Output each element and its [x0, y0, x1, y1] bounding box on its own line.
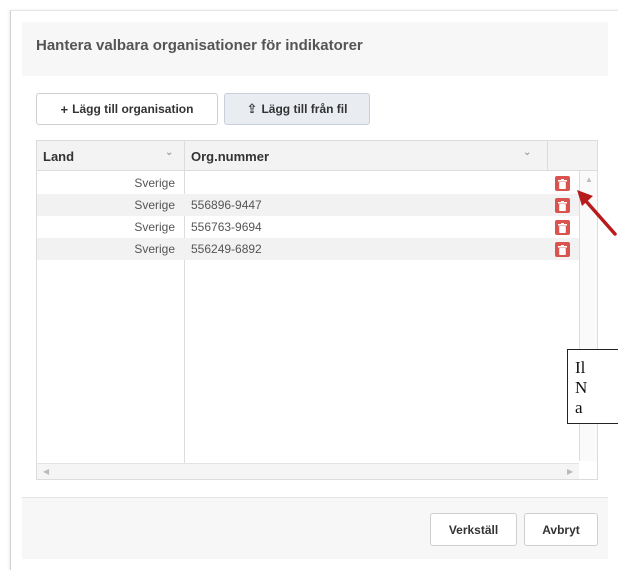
column-label-land: Land	[43, 148, 75, 164]
horizontal-scrollbar[interactable]: ◀ ▶	[37, 463, 579, 479]
cell-land: Sverige	[134, 242, 175, 256]
plus-icon: +	[60, 101, 69, 117]
trash-icon	[558, 178, 567, 189]
table-row[interactable]: Sverige	[37, 172, 579, 194]
annotation-arrow-icon	[577, 190, 617, 236]
cell-org-nummer[interactable]	[185, 172, 545, 194]
scroll-left-icon[interactable]: ◀	[43, 467, 49, 476]
upload-icon: ⇪	[246, 101, 258, 116]
delete-row-button[interactable]	[555, 176, 570, 191]
chevron-down-icon[interactable]: ⌄	[165, 147, 173, 158]
column-header-org-nummer[interactable]: Org.nummer ⌄	[191, 141, 541, 171]
delete-row-button[interactable]	[555, 242, 570, 257]
callout-line: a	[575, 398, 583, 417]
table-row[interactable]: Sverige 556249-6892	[37, 238, 579, 260]
cell-land: Sverige	[134, 220, 175, 234]
column-label-org-nummer: Org.nummer	[191, 148, 270, 164]
trash-icon	[558, 244, 567, 255]
chevron-down-icon[interactable]: ⌄	[523, 147, 531, 158]
column-header-land[interactable]: Land ⌄	[43, 141, 183, 171]
add-organisation-button[interactable]: + Lägg till organisation	[36, 93, 218, 125]
dialog-footer	[22, 497, 608, 559]
cell-org-nummer[interactable]: 556249-6892	[185, 238, 545, 260]
callout-line: Il	[575, 358, 586, 377]
scroll-up-icon[interactable]: ▲	[585, 175, 593, 184]
delete-row-button[interactable]	[555, 220, 570, 235]
cell-org-nummer[interactable]: 556763-9694	[185, 216, 545, 238]
cell-land: Sverige	[134, 176, 175, 190]
cancel-button[interactable]: Avbryt	[524, 513, 598, 546]
add-from-file-button[interactable]: ⇪ Lägg till från fil	[224, 93, 370, 125]
add-organisation-label: Lägg till organisation	[72, 102, 194, 116]
dialog-title: Hantera valbara organisationer för indik…	[36, 37, 363, 54]
delete-row-button[interactable]	[555, 198, 570, 213]
apply-button[interactable]: Verkställ	[430, 513, 517, 546]
organisation-grid: Land ⌄ Org.nummer ⌄ Sverige Sverige 5568…	[36, 140, 598, 480]
trash-icon	[558, 222, 567, 233]
cell-org-nummer[interactable]: 556896-9447	[185, 194, 545, 216]
cell-land: Sverige	[134, 198, 175, 212]
callout-line: N	[575, 378, 588, 397]
table-row[interactable]: Sverige 556763-9694	[37, 216, 579, 238]
scroll-right-icon[interactable]: ▶	[567, 467, 573, 476]
add-from-file-label: Lägg till från fil	[261, 102, 348, 116]
annotation-callout-box: Il N a	[567, 349, 618, 424]
grid-header: Land ⌄ Org.nummer ⌄	[37, 141, 597, 171]
column-divider	[547, 141, 548, 171]
table-row[interactable]: Sverige 556896-9447	[37, 194, 579, 216]
trash-icon	[558, 200, 567, 211]
